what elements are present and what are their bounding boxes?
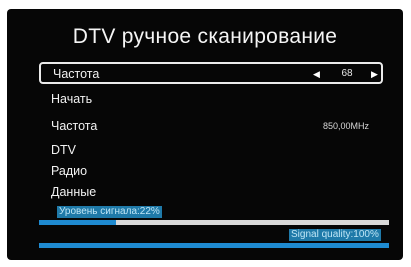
menu-item-radio[interactable]: Радио	[39, 161, 383, 183]
menu-item-label: Начать	[51, 92, 93, 106]
menu-item-data[interactable]: Данные	[39, 182, 383, 204]
menu-item-frequency[interactable]: Частота 850,00MHz	[39, 116, 383, 138]
tv-screen: DTV ручное сканирование Частота ◀ 68 ▶ Н…	[7, 9, 403, 260]
menu-item-dtv[interactable]: DTV	[39, 140, 383, 162]
signal-level-label: Уровень сигнала:22%	[57, 206, 162, 218]
frequency-value: 850,00MHz	[322, 121, 369, 131]
signal-quality-bar	[39, 243, 389, 248]
menu-item-label: Данные	[51, 185, 97, 199]
left-arrow-icon[interactable]: ◀	[313, 69, 320, 80]
menu-item-label: Радио	[51, 164, 88, 178]
menu-item-label: Частота	[53, 67, 100, 81]
menu-item-label: DTV	[51, 143, 76, 157]
signal-quality-label: Signal quality:100%	[289, 229, 381, 241]
signal-level-bar	[39, 220, 389, 225]
channel-value: 68	[341, 68, 353, 79]
menu-item-label: Частота	[51, 119, 98, 133]
menu-item-start[interactable]: Начать	[39, 89, 383, 111]
signal-level-fill	[39, 220, 116, 225]
right-arrow-icon[interactable]: ▶	[371, 69, 378, 80]
signal-quality-fill	[39, 243, 389, 248]
tv-bezel: DTV ручное сканирование Частота ◀ 68 ▶ Н…	[0, 0, 411, 267]
page-title: DTV ручное сканирование	[72, 25, 338, 48]
menu-item-channel[interactable]: Частота ◀ 68 ▶	[39, 62, 383, 84]
